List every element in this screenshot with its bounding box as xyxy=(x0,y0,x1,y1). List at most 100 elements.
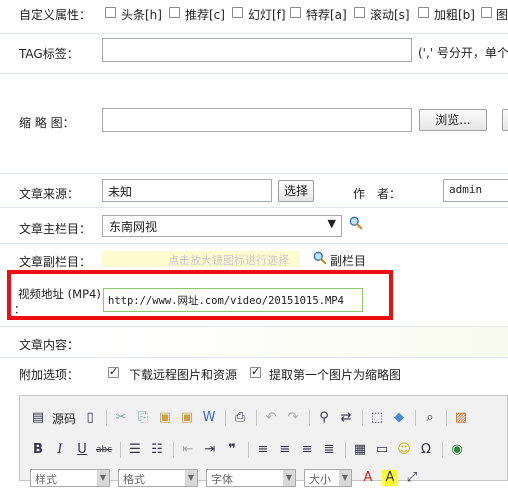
toolbar-separator xyxy=(173,442,174,458)
attr-checkbox-s[interactable] xyxy=(354,7,365,18)
align-left-icon[interactable]: ≡ xyxy=(255,442,271,458)
undo-icon[interactable]: ↶ xyxy=(263,410,279,426)
download-remote-checkbox[interactable] xyxy=(108,365,119,378)
format-combo[interactable]: 格式 ▼ xyxy=(118,469,198,487)
extra-row: 附加选项： 下载远程图片和资源 提取第一个图片为缩略图 xyxy=(0,358,508,392)
numbered-list-icon[interactable]: ☰ xyxy=(127,442,143,458)
print-icon[interactable]: ⎙ xyxy=(232,410,248,426)
align-right-icon[interactable]: ≡ xyxy=(299,442,315,458)
maximize-icon[interactable]: ⤢ xyxy=(404,470,420,486)
attr-row: 自定义属性： 头条[h] 推荐[c] 幻灯[f] 特荐[a] 滚动[s] 加粗[… xyxy=(0,0,508,34)
paste-icon[interactable]: ▣ xyxy=(157,410,173,426)
source-row: 文章来源： 未知 选择 作 者： admin xyxy=(0,174,508,208)
author-label: 作 者： xyxy=(353,187,402,201)
first-image-thumb-checkbox[interactable] xyxy=(250,365,261,378)
toolbar-separator xyxy=(106,410,108,426)
attr-text-c: 推荐[c] xyxy=(185,8,225,22)
preview-icon[interactable]: ⌕ xyxy=(422,410,438,426)
source-select-button[interactable]: 选择 xyxy=(278,180,314,202)
download-remote-label: 下载远程图片和资源 xyxy=(129,368,238,382)
attr-text-a: 特荐[a] xyxy=(306,8,347,22)
style-combo-label: 样式 xyxy=(35,473,57,486)
toolbar-separator xyxy=(309,410,311,426)
tag-label: TAG标签： xyxy=(19,47,79,61)
toolbar-row-3: 样式 ▼ 格式 ▼ 字体 ▼ 大小 ▼ A A ⤢ xyxy=(30,468,426,488)
sub-column-link[interactable]: 副栏目 xyxy=(330,252,366,269)
font-combo[interactable]: 字体 ▼ xyxy=(206,469,296,487)
tag-input[interactable] xyxy=(102,38,412,62)
size-combo[interactable]: 大小 ▼ xyxy=(304,469,352,487)
bold-icon[interactable]: B xyxy=(30,442,46,458)
toolbar-separator xyxy=(446,410,448,426)
replace-icon[interactable]: ⇄ xyxy=(338,410,354,426)
redo-icon[interactable]: ↷ xyxy=(285,410,301,426)
strikethrough-icon[interactable]: abc xyxy=(96,442,112,458)
magnifier-icon[interactable] xyxy=(349,216,363,230)
main-column-select[interactable]: 东南网视 ▼ xyxy=(102,215,342,237)
outdent-icon[interactable]: ⇤ xyxy=(180,442,196,458)
copy-icon[interactable]: ⎘ xyxy=(135,410,151,426)
attr-text-p: 图 xyxy=(496,8,508,22)
toolbar-separator xyxy=(415,410,417,426)
find-icon[interactable]: ⚲ xyxy=(316,410,332,426)
style-combo[interactable]: 样式 ▼ xyxy=(30,469,110,487)
attr-checkbox-h[interactable] xyxy=(105,7,116,18)
paste-word-icon[interactable]: W xyxy=(201,410,217,426)
attr-checkbox-a[interactable] xyxy=(290,7,301,18)
align-justify-icon[interactable]: ≣ xyxy=(321,442,337,458)
attr-text-s: 滚动[s] xyxy=(370,8,410,22)
attr-text-h: 头条[h] xyxy=(121,8,162,22)
font-combo-label: 字体 xyxy=(211,473,233,486)
paste-text-icon[interactable]: ▣ xyxy=(179,410,195,426)
source-button-label[interactable]: 源码 xyxy=(52,410,76,427)
thumb-row: 缩 略 图： 浏览... xyxy=(0,74,508,174)
underline-icon[interactable]: U xyxy=(74,442,90,458)
document-icon[interactable]: ▯ xyxy=(82,410,98,426)
attr-text-b: 加粗[b] xyxy=(434,8,475,22)
bg-color-icon[interactable]: A xyxy=(382,470,398,486)
source-icon[interactable]: ▤ xyxy=(30,410,46,426)
table-icon[interactable]: ▦ xyxy=(352,442,368,458)
size-combo-label: 大小 xyxy=(309,473,331,486)
smiley-icon[interactable]: ☺ xyxy=(396,442,412,458)
browse-button[interactable]: 浏览... xyxy=(419,109,487,131)
toolbar-separator xyxy=(120,442,121,458)
attr-checkbox-b[interactable] xyxy=(418,7,429,18)
attr-checkbox-f[interactable] xyxy=(232,7,243,18)
sub-column-row: 文章副栏目： 点击放大镜图标进行选择 副栏目 xyxy=(0,244,508,270)
bulleted-list-icon[interactable]: ☷ xyxy=(149,442,165,458)
eraser-icon[interactable]: ◆ xyxy=(391,410,407,426)
sub-column-hint: 点击放大镜图标进行选择 xyxy=(168,254,289,267)
horizontal-rule-icon[interactable]: ▭ xyxy=(374,442,390,458)
chevron-down-icon: ▼ xyxy=(283,470,295,486)
cut-icon[interactable]: ✂ xyxy=(113,410,129,426)
select-all-icon[interactable]: ⬚ xyxy=(369,410,385,426)
align-center-icon[interactable]: ≡ xyxy=(277,442,293,458)
attr-text-f: 幻灯[f] xyxy=(248,8,286,22)
source-input[interactable]: 未知 xyxy=(102,179,272,202)
content-label: 文章内容： xyxy=(19,338,80,352)
toolbar-separator xyxy=(442,442,443,458)
chevron-down-icon: ▼ xyxy=(327,217,336,230)
blockquote-icon[interactable]: ❞ xyxy=(224,442,240,458)
format-combo-label: 格式 xyxy=(123,473,145,486)
indent-icon[interactable]: ⇥ xyxy=(202,442,218,458)
author-input[interactable]: admin xyxy=(443,179,508,202)
toolbar-separator xyxy=(345,442,346,458)
video-url-input[interactable]: http://www.网址.com/video/20151015.MP4 xyxy=(103,288,363,312)
chevron-down-icon: ▼ xyxy=(97,470,109,486)
image-icon[interactable]: ▨ xyxy=(453,410,469,426)
special-char-icon[interactable]: Ω xyxy=(418,442,434,458)
sub-column-field[interactable]: 点击放大镜图标进行选择 xyxy=(102,251,300,267)
thumb-input[interactable] xyxy=(102,108,412,132)
magnifier-icon[interactable] xyxy=(313,251,327,265)
thumb-extra-button[interactable] xyxy=(502,109,508,131)
italic-icon[interactable]: I xyxy=(52,442,68,458)
content-row: 文章内容： xyxy=(0,326,508,358)
text-color-icon[interactable]: A xyxy=(360,470,376,486)
globe-icon[interactable]: ◉ xyxy=(449,442,465,458)
attr-checkbox-c[interactable] xyxy=(169,7,180,18)
main-column-label: 文章主栏目： xyxy=(19,222,92,236)
attr-label: 自定义属性： xyxy=(19,8,92,22)
attr-checkbox-p[interactable] xyxy=(481,7,492,18)
